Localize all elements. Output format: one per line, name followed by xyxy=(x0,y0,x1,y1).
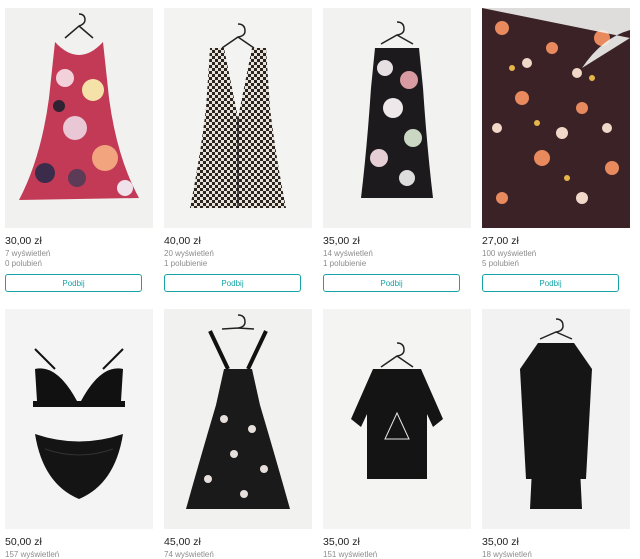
item-price: 35,00 zł xyxy=(323,536,360,548)
item-photo[interactable] xyxy=(323,309,471,529)
item-price: 45,00 zł xyxy=(164,536,201,548)
item-likes: 5 polubień xyxy=(482,259,519,268)
item-photo[interactable] xyxy=(5,309,153,529)
item-likes: 1 polubienie xyxy=(323,259,367,268)
item-price: 35,00 zł xyxy=(323,235,360,247)
item-views: 74 wyświetleń xyxy=(164,550,214,559)
item-views: 20 wyświetleń xyxy=(164,249,214,258)
item-views: 14 wyświetleń xyxy=(323,249,373,258)
bump-button[interactable]: Podbij xyxy=(323,274,460,292)
item-views: 7 wyświetleń xyxy=(5,249,51,258)
item-photo[interactable] xyxy=(164,309,312,529)
item-price: 40,00 zł xyxy=(164,235,201,247)
item-views: 151 wyświetleń xyxy=(323,550,378,559)
item-views: 100 wyświetleń xyxy=(482,249,537,258)
bump-button[interactable]: Podbij xyxy=(482,274,619,292)
item-price: 35,00 zł xyxy=(482,536,519,548)
item-photo[interactable] xyxy=(323,8,471,228)
bump-button[interactable]: Podbij xyxy=(164,274,301,292)
item-views: 18 wyświetleń xyxy=(482,550,532,559)
item-price: 50,00 zł xyxy=(5,536,42,548)
item-photo[interactable] xyxy=(5,8,153,228)
item-price: 30,00 zł xyxy=(5,235,42,247)
bump-button[interactable]: Podbij xyxy=(5,274,142,292)
item-photo[interactable] xyxy=(482,309,630,529)
item-views: 157 wyświetleń xyxy=(5,550,60,559)
item-grid: 30,00 zł 7 wyświetleń 0 polubień Podbij … xyxy=(0,0,640,559)
item-price: 27,00 zł xyxy=(482,235,519,247)
item-likes: 0 polubień xyxy=(5,259,42,268)
item-likes: 1 polubienie xyxy=(164,259,208,268)
item-photo[interactable] xyxy=(482,8,630,228)
item-photo[interactable] xyxy=(164,8,312,228)
